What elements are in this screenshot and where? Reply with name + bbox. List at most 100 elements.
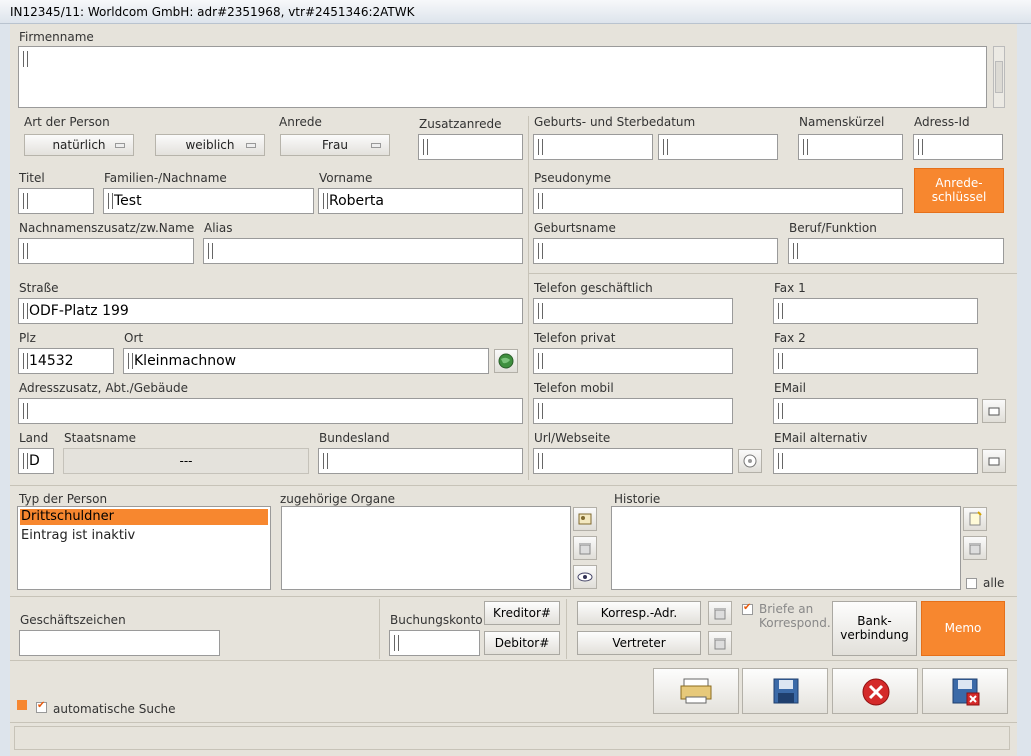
scrollbar-thumb[interactable]	[995, 61, 1003, 93]
alias-label: Alias	[204, 221, 233, 235]
vertreter-button[interactable]: Vertreter	[577, 631, 701, 655]
anrede-value: Frau	[322, 138, 348, 152]
ort-label: Ort	[124, 331, 144, 345]
strasse-field[interactable]: ODF-Platz 199	[18, 298, 523, 324]
staatsname-field: ---	[63, 448, 309, 474]
anrede-label: Anrede	[279, 115, 322, 129]
plz-field[interactable]: 14532	[18, 348, 114, 374]
namenskuerzel-field[interactable]	[798, 134, 903, 160]
contact-card-icon[interactable]	[573, 507, 597, 531]
auto-suche-checkbox[interactable]	[36, 700, 47, 713]
print-button[interactable]	[653, 668, 739, 714]
save-and-close-icon[interactable]	[922, 668, 1008, 714]
geburtsdatum-field[interactable]	[533, 134, 653, 160]
organe-list[interactable]	[281, 506, 571, 590]
kreditor-button[interactable]: Kreditor#	[484, 601, 560, 625]
eye-icon[interactable]	[573, 565, 597, 589]
anrede-schluessel-button[interactable]: Anrede-schlüssel	[914, 168, 1004, 213]
beruf-field[interactable]	[788, 238, 1004, 264]
window-frame-left	[0, 24, 10, 756]
zusatzanrede-field[interactable]	[418, 134, 523, 160]
tel-mobil-label: Telefon mobil	[534, 381, 614, 395]
dropdown-arrow-icon	[115, 143, 125, 148]
geburtsname-field[interactable]	[533, 238, 778, 264]
status-bar	[14, 726, 1010, 750]
alle-label: alle	[983, 576, 1005, 590]
alle-checkbox[interactable]	[966, 578, 977, 589]
vorname-field[interactable]: Roberta	[318, 188, 523, 214]
pseudonyme-label: Pseudonyme	[534, 171, 612, 185]
anrede-dropdown[interactable]: Frau	[280, 134, 390, 156]
web-browse-icon[interactable]	[738, 449, 762, 473]
namenskuerzel-label: Namenskürzel	[799, 115, 885, 129]
email-compose-icon[interactable]	[982, 399, 1006, 423]
auto-suche-label: automatische Suche	[53, 702, 176, 716]
email-alt-field[interactable]	[773, 448, 978, 474]
save-icon[interactable]	[742, 668, 828, 714]
bundesland-field[interactable]	[318, 448, 523, 474]
sterbedatum-field[interactable]	[658, 134, 778, 160]
staatsname-label: Staatsname	[64, 431, 137, 445]
zusatzanrede-label: Zusatzanrede	[419, 117, 502, 131]
list-item-selected[interactable]: Drittschuldner	[20, 509, 268, 525]
tel-privat-field[interactable]	[533, 348, 733, 374]
form-content: Firmenname Art der Person natürlich weib…	[10, 24, 1017, 756]
briefe-checkbox[interactable]	[742, 602, 753, 615]
fax2-field[interactable]	[773, 348, 978, 374]
land-field[interactable]: D	[18, 448, 54, 474]
url-field[interactable]	[533, 448, 733, 474]
memo-button[interactable]: Memo	[921, 601, 1005, 656]
geschlecht-dropdown[interactable]: weiblich	[155, 134, 265, 156]
trash-icon[interactable]	[573, 536, 597, 560]
bankverbindung-button[interactable]: Bank-verbindung	[832, 601, 917, 656]
adresszusatz-label: Adresszusatz, Abt./Gebäude	[19, 381, 188, 395]
debitor-button[interactable]: Debitor#	[484, 631, 560, 655]
nachnamenszusatz-field[interactable]	[18, 238, 194, 264]
fax1-field[interactable]	[773, 298, 978, 324]
alias-field[interactable]	[203, 238, 523, 264]
divider	[566, 599, 567, 659]
fax1-label: Fax 1	[774, 281, 806, 295]
titel-field[interactable]	[18, 188, 94, 214]
art-der-person-value: natürlich	[52, 138, 106, 152]
trash-icon-korresp[interactable]	[708, 601, 732, 625]
list-item[interactable]: Eintrag ist inaktiv	[21, 528, 135, 543]
familienname-field[interactable]: Test	[103, 188, 314, 214]
art-der-person-dropdown[interactable]: natürlich	[24, 134, 134, 156]
window-frame-right	[1017, 24, 1031, 756]
adresszusatz-field[interactable]	[18, 398, 523, 424]
trash-icon-historie[interactable]	[963, 536, 987, 560]
section-divider	[10, 660, 1017, 661]
cancel-icon[interactable]	[832, 668, 918, 714]
vorname-label: Vorname	[319, 171, 373, 185]
briefe-label: Briefe an Korrespond.	[759, 602, 831, 630]
new-note-icon[interactable]	[963, 507, 987, 531]
email-alt-label: EMail alternativ	[774, 431, 868, 445]
trash-icon-vertreter[interactable]	[708, 631, 732, 655]
tel-privat-label: Telefon privat	[534, 331, 616, 345]
window-title: IN12345/11: Worldcom GmbH: adr#2351968, …	[10, 5, 415, 19]
divider	[379, 599, 380, 659]
email-field[interactable]	[773, 398, 978, 424]
ort-field[interactable]: Kleinmachnow	[123, 348, 489, 374]
historie-label: Historie	[614, 492, 661, 506]
typ-der-person-list[interactable]: Drittschuldner Eintrag ist inaktiv	[17, 506, 271, 590]
korresp-adr-button[interactable]: Korresp.-Adr.	[577, 601, 701, 625]
buchungskonto-field[interactable]	[389, 630, 480, 656]
fax2-label: Fax 2	[774, 331, 806, 345]
adress-id-field[interactable]	[913, 134, 1003, 160]
firmenname-scrollbar[interactable]	[993, 46, 1005, 108]
tel-geschaeftlich-label: Telefon geschäftlich	[534, 281, 653, 295]
globe-icon[interactable]	[494, 349, 518, 373]
pseudonyme-field[interactable]	[533, 188, 903, 214]
historie-list[interactable]	[611, 506, 961, 590]
email-alt-compose-icon[interactable]	[982, 449, 1006, 473]
tel-geschaeftlich-field[interactable]	[533, 298, 733, 324]
section-divider	[10, 596, 1017, 597]
geschaeftszeichen-field[interactable]	[19, 630, 220, 656]
buchungskonto-label: Buchungskonto	[390, 613, 483, 627]
adress-id-label: Adress-Id	[914, 115, 970, 129]
tel-mobil-field[interactable]	[533, 398, 733, 424]
firmenname-field[interactable]	[18, 46, 987, 108]
column-divider	[528, 116, 529, 480]
